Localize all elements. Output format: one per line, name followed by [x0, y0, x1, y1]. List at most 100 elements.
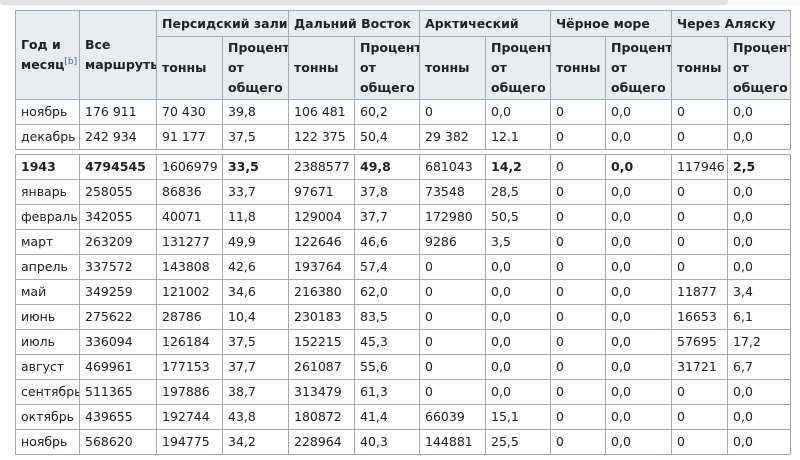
subheader-tonnes: тонны [671, 36, 729, 100]
table-cell: 336094 [79, 329, 157, 355]
table-cell: 4794545 [79, 154, 157, 180]
table-row: ноябрь 176 911 70 430 39,8 106 481 60,2 0 0,0 0 0… [15, 99, 792, 125]
table-cell: 0,0 [605, 179, 673, 205]
row-label-cell: октябрь [15, 404, 80, 430]
table-cell: 0 [671, 124, 729, 150]
table-cell: 681043 [419, 154, 487, 180]
table-cell: 37,5 [222, 329, 289, 355]
table-cell: 9286 [419, 229, 487, 255]
table-cell: 0,0 [485, 99, 552, 125]
table-cell: 0 [550, 99, 607, 125]
table-cell: 342055 [79, 204, 157, 230]
shipments-table: ноябрь 176 911 70 430 39,8 106 481 60,2 0 0,0 0 0… [15, 10, 792, 455]
subheader-percent: Процент от общего [727, 36, 792, 100]
table-cell: 349259 [79, 279, 157, 305]
table-cell: 0,0 [727, 429, 792, 455]
table-cell: 129004 [288, 204, 355, 230]
table-cell: 12.1 [485, 124, 552, 150]
row-label-cell: февраль [15, 204, 80, 230]
table-cell: 275622 [79, 304, 157, 330]
table-cell: 29 382 [419, 124, 487, 150]
table-row: март 263209 131277 49,9 122646 46,6 9286 3,5 0 0,… [15, 229, 792, 255]
table-cell: 34,2 [222, 429, 289, 455]
table-cell: 0 [419, 304, 487, 330]
table-cell: 0 [550, 329, 607, 355]
subheader-tonnes: тонны [419, 36, 487, 100]
table-cell: 14,2 [485, 154, 552, 180]
subheader-percent: Процент от общего [605, 36, 673, 100]
row-label-cell: июль [15, 329, 80, 355]
table-cell: 0,0 [605, 204, 673, 230]
table-cell: 469961 [79, 354, 157, 380]
table-cell: 230183 [288, 304, 355, 330]
table-cell: 0 [550, 229, 607, 255]
row-label-cell: ноябрь [15, 429, 80, 455]
table-cell: 0 [671, 254, 729, 280]
table-cell: 0 [550, 429, 607, 455]
table-cell: 50,5 [485, 204, 552, 230]
footnote-ref[interactable]: [b] [64, 57, 77, 67]
table-cell: 0 [550, 354, 607, 380]
table-cell: 0,0 [727, 99, 792, 125]
table-cell: 106 481 [288, 99, 355, 125]
table-cell: 0 [671, 404, 729, 430]
header-route-alaska: Через Аляску [671, 10, 792, 37]
table-cell: 0 [671, 204, 729, 230]
table-cell: 33,7 [222, 179, 289, 205]
table-cell: 0 [419, 354, 487, 380]
table-cell: 131277 [156, 229, 223, 255]
table-cell: 121002 [156, 279, 223, 305]
table-cell: 16653 [671, 304, 729, 330]
table-cell: 31721 [671, 354, 729, 380]
table-cell: 38,7 [222, 379, 289, 405]
table-cell: 0,0 [727, 124, 792, 150]
table-cell: 0,0 [605, 404, 673, 430]
table-cell: 0,0 [605, 429, 673, 455]
table-cell: 126184 [156, 329, 223, 355]
header-route-black-sea: Чёрное море [550, 10, 673, 37]
table-cell: 0,0 [485, 304, 552, 330]
table-cell: 91 177 [156, 124, 223, 150]
table-cell: 37,7 [353, 204, 421, 230]
table-cell: 0,0 [485, 329, 552, 355]
table-cell: 0 [419, 379, 487, 405]
table-cell: 0,0 [727, 179, 792, 205]
table-cell: 242 934 [79, 124, 157, 150]
table-cell: 0,0 [605, 99, 673, 125]
row-label-cell: май [15, 279, 80, 305]
table-header: Год и месяц[b] Все маршруты Персидский з… [15, 10, 792, 100]
table-cell: 46,6 [353, 229, 421, 255]
scrollbar-thumb[interactable] [0, 0, 728, 5]
table-cell: 33,5 [222, 154, 289, 180]
table-cell: 0,0 [727, 229, 792, 255]
table-cell: 66039 [419, 404, 487, 430]
table-cell: 0,0 [485, 354, 552, 380]
table-cell: 86836 [156, 179, 223, 205]
table-cell: 0,0 [605, 254, 673, 280]
table-cell: 0 [550, 279, 607, 305]
table-cell: 40,3 [353, 429, 421, 455]
table-cell: 50,4 [353, 124, 421, 150]
table-row: декабрь 242 934 91 177 37,5 122 375 50,4 29 38… [15, 124, 792, 150]
table-cell: 0,0 [727, 379, 792, 405]
table-cell: 0,0 [605, 279, 673, 305]
table-cell: 34,6 [222, 279, 289, 305]
table-cell: 37,8 [353, 179, 421, 205]
horizontal-scrollbar[interactable] [0, 0, 800, 6]
table-row: январь 258055 86836 33,7 97671 37,8 73548 28,5 0… [15, 179, 792, 205]
subheader-tonnes: тонны [288, 36, 355, 100]
row-label-cell: январь [15, 179, 80, 205]
table-cell: 0,0 [605, 329, 673, 355]
table-cell: 193764 [288, 254, 355, 280]
table-cell: 0,0 [605, 354, 673, 380]
table-cell: 11877 [671, 279, 729, 305]
subheader-percent: Процент от общего [222, 36, 289, 100]
table-row: май 349259 121002 34,6 216380 62,0 0 0,0 0 0,0 118… [15, 279, 792, 305]
table-cell: 122 375 [288, 124, 355, 150]
table-cell: 57695 [671, 329, 729, 355]
table-cell: 0,0 [605, 154, 673, 180]
table-cell: 0,0 [727, 404, 792, 430]
table-cell: 62,0 [353, 279, 421, 305]
header-year-month: Год и месяц[b] [15, 10, 80, 100]
table-cell: 0,0 [605, 124, 673, 150]
